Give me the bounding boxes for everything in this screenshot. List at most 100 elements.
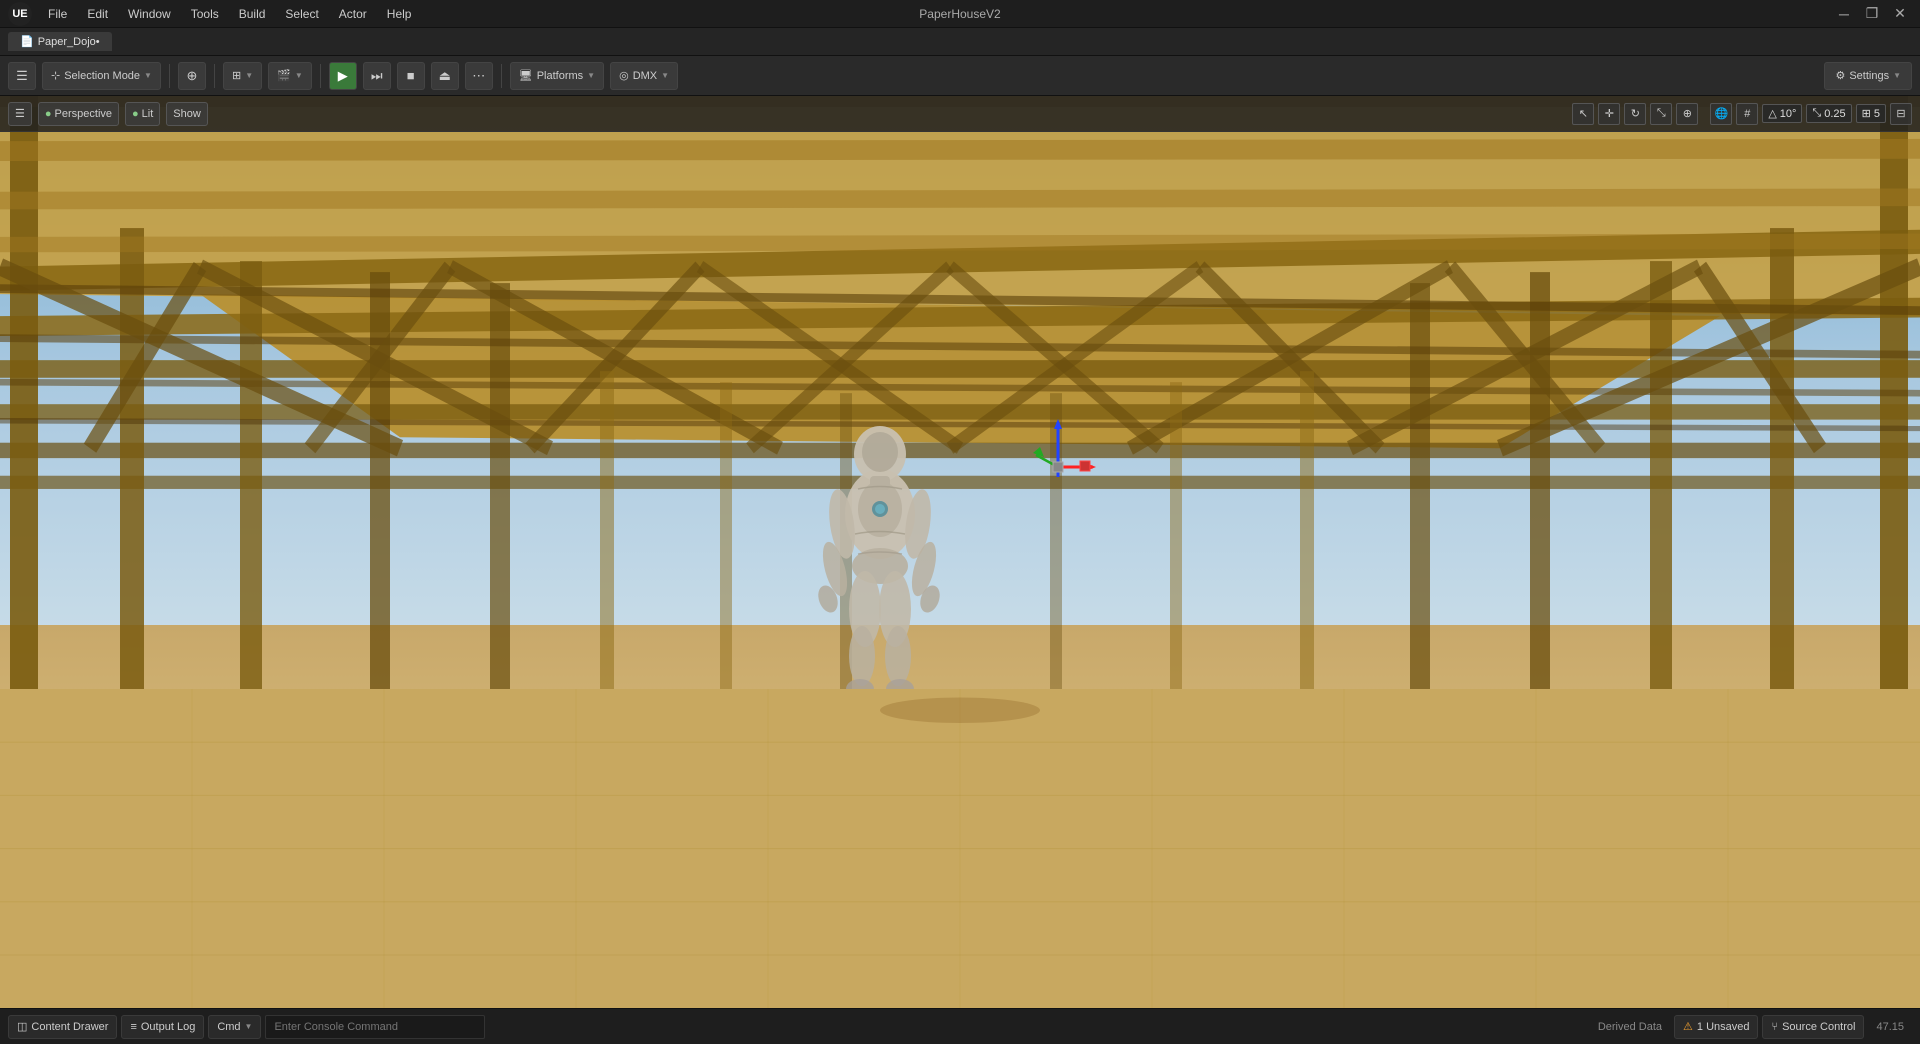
world-icon-btn[interactable]: 🌐 bbox=[1710, 103, 1732, 125]
project-tab-bar: 📄 Paper_Dojo• bbox=[0, 28, 1920, 56]
lit-icon: ● bbox=[132, 108, 139, 120]
window-controls: ─ ❐ ✕ bbox=[1832, 4, 1912, 24]
selection-mode-icon: ⊹ bbox=[51, 69, 60, 82]
separator-1 bbox=[169, 64, 170, 88]
dmx-icon: ◎ bbox=[619, 69, 629, 82]
viewport-hamburger-icon: ☰ bbox=[15, 107, 25, 120]
viewport-menu-button[interactable]: ☰ bbox=[8, 102, 32, 126]
platforms-icon: 🖥 bbox=[519, 69, 533, 82]
scale-snap-display[interactable]: ⤡ 0.25 bbox=[1806, 104, 1851, 123]
menu-select[interactable]: Select bbox=[277, 5, 326, 23]
ceiling-structure bbox=[0, 96, 1920, 734]
selection-mode-label: Selection Mode bbox=[64, 70, 140, 82]
restore-button[interactable]: ❐ bbox=[1860, 4, 1884, 24]
cmd-label: Cmd bbox=[217, 1021, 240, 1033]
dmx-label: DMX bbox=[633, 70, 657, 82]
eject-button[interactable]: ⏏ bbox=[431, 62, 459, 90]
source-control-button[interactable]: ⑂ Source Control bbox=[1762, 1015, 1864, 1039]
sequence-button[interactable]: 🎬 ▼ bbox=[268, 62, 312, 90]
unsaved-label: 1 Unsaved bbox=[1697, 1021, 1750, 1033]
panel-toggle-button[interactable]: ☰ bbox=[8, 62, 36, 90]
cmd-arrow: ▼ bbox=[245, 1022, 253, 1031]
settings-arrow: ▼ bbox=[1893, 71, 1901, 80]
sequence-arrow: ▼ bbox=[295, 71, 303, 80]
unsaved-button[interactable]: ⚠ 1 Unsaved bbox=[1674, 1015, 1758, 1039]
console-command-input[interactable] bbox=[265, 1015, 485, 1039]
dmx-button[interactable]: ◎ DMX ▼ bbox=[610, 62, 678, 90]
close-button[interactable]: ✕ bbox=[1888, 4, 1912, 24]
transform-gizmo[interactable] bbox=[1018, 417, 1098, 497]
select-mode-icon-btn[interactable]: ↖ bbox=[1572, 103, 1594, 125]
settings-icon: ⚙ bbox=[1835, 69, 1845, 82]
floor-tiles bbox=[0, 689, 1920, 1008]
add-actor-button[interactable]: ⊕ bbox=[178, 62, 206, 90]
window-title: PaperHouseV2 bbox=[919, 7, 1000, 21]
play-button[interactable]: ▶ bbox=[329, 62, 357, 90]
step-button[interactable]: ⏭ bbox=[363, 62, 391, 90]
menu-file[interactable]: File bbox=[40, 5, 75, 23]
menu-build[interactable]: Build bbox=[231, 5, 274, 23]
snapping-arrow: ▼ bbox=[245, 71, 253, 80]
sequence-icon: 🎬 bbox=[277, 69, 291, 82]
rotation-snap-display[interactable]: △ 10° bbox=[1762, 104, 1802, 123]
menu-tools[interactable]: Tools bbox=[183, 5, 227, 23]
show-button[interactable]: Show bbox=[166, 102, 208, 126]
menu-actor[interactable]: Actor bbox=[331, 5, 375, 23]
show-label: Show bbox=[173, 108, 201, 120]
project-tab[interactable]: 📄 Paper_Dojo• bbox=[8, 32, 112, 51]
source-control-label: Source Control bbox=[1782, 1021, 1855, 1033]
snapping-icon: ⊞ bbox=[232, 69, 241, 82]
dmx-arrow: ▼ bbox=[661, 71, 669, 80]
perspective-label: Perspective bbox=[55, 108, 112, 120]
project-icon: 📄 bbox=[20, 35, 34, 48]
rotate-icon-btn[interactable]: ↻ bbox=[1624, 103, 1646, 125]
play-options-button[interactable]: ⋯ bbox=[465, 62, 493, 90]
minimize-button[interactable]: ─ bbox=[1832, 4, 1856, 24]
settings-label: Settings bbox=[1849, 70, 1889, 82]
viewport-toolbar: ☰ ● Perspective ● Lit Show ↖ ✛ ↻ ⤡ ⊕ 🌐 # bbox=[0, 96, 1920, 132]
lit-button[interactable]: ● Lit bbox=[125, 102, 160, 126]
source-control-icon: ⑂ bbox=[1771, 1021, 1778, 1033]
translate-icon-btn[interactable]: ✛ bbox=[1598, 103, 1620, 125]
viewport-layout-icon-btn[interactable]: ⊟ bbox=[1890, 103, 1912, 125]
robot-character bbox=[800, 394, 960, 734]
menu-edit[interactable]: Edit bbox=[79, 5, 116, 23]
separator-3 bbox=[320, 64, 321, 88]
content-drawer-icon: ◫ bbox=[17, 1020, 27, 1033]
separator-4 bbox=[501, 64, 502, 88]
selection-mode-button[interactable]: ⊹ Selection Mode ▼ bbox=[42, 62, 161, 90]
scale-value: 0.25 bbox=[1824, 108, 1845, 120]
cmd-button[interactable]: Cmd ▼ bbox=[208, 1015, 261, 1039]
rotation-angle-icon: △ bbox=[1768, 107, 1776, 120]
platforms-label: Platforms bbox=[537, 70, 583, 82]
title-bar: UE File Edit Window Tools Build Select A… bbox=[0, 0, 1920, 28]
grid-size-display[interactable]: ⊞ 5 bbox=[1856, 104, 1886, 123]
scale-icon-btn[interactable]: ⤡ bbox=[1650, 103, 1672, 125]
menu-window[interactable]: Window bbox=[120, 5, 179, 23]
output-log-button[interactable]: ≡ Output Log bbox=[121, 1015, 204, 1039]
stop-button[interactable]: ■ bbox=[397, 62, 425, 90]
snapping-button[interactable]: ⊞ ▼ bbox=[223, 62, 262, 90]
fps-display: 47.15 bbox=[1868, 1021, 1912, 1033]
universal-icon-btn[interactable]: ⊕ bbox=[1676, 103, 1698, 125]
separator-2 bbox=[214, 64, 215, 88]
perspective-icon: ● bbox=[45, 108, 52, 120]
menu-help[interactable]: Help bbox=[379, 5, 420, 23]
settings-button[interactable]: ⚙ Settings ▼ bbox=[1824, 62, 1912, 90]
grid-snap-icon-btn[interactable]: # bbox=[1736, 103, 1758, 125]
perspective-button[interactable]: ● Perspective bbox=[38, 102, 119, 126]
viewport-background bbox=[0, 96, 1920, 1008]
output-log-icon: ≡ bbox=[130, 1021, 136, 1033]
viewport-container[interactable]: ☰ ● Perspective ● Lit Show ↖ ✛ ↻ ⤡ ⊕ 🌐 # bbox=[0, 96, 1920, 1008]
unsaved-icon: ⚠ bbox=[1683, 1020, 1693, 1033]
main-toolbar: ☰ ⊹ Selection Mode ▼ ⊕ ⊞ ▼ 🎬 ▼ ▶ ⏭ ■ ⏏ ⋯… bbox=[0, 56, 1920, 96]
title-bar-left: UE File Edit Window Tools Build Select A… bbox=[8, 2, 419, 26]
output-log-label: Output Log bbox=[141, 1021, 195, 1033]
ue-logo: UE bbox=[8, 2, 32, 26]
project-name: Paper_Dojo• bbox=[38, 36, 100, 48]
content-drawer-button[interactable]: ◫ Content Drawer bbox=[8, 1015, 117, 1039]
menu-bar: File Edit Window Tools Build Select Acto… bbox=[40, 5, 419, 23]
content-drawer-label: Content Drawer bbox=[31, 1021, 108, 1033]
platforms-button[interactable]: 🖥 Platforms ▼ bbox=[510, 62, 604, 90]
viewport-right-controls: ↖ ✛ ↻ ⤡ ⊕ 🌐 # △ 10° ⤡ 0.25 ⊞ 5 bbox=[1572, 103, 1912, 125]
